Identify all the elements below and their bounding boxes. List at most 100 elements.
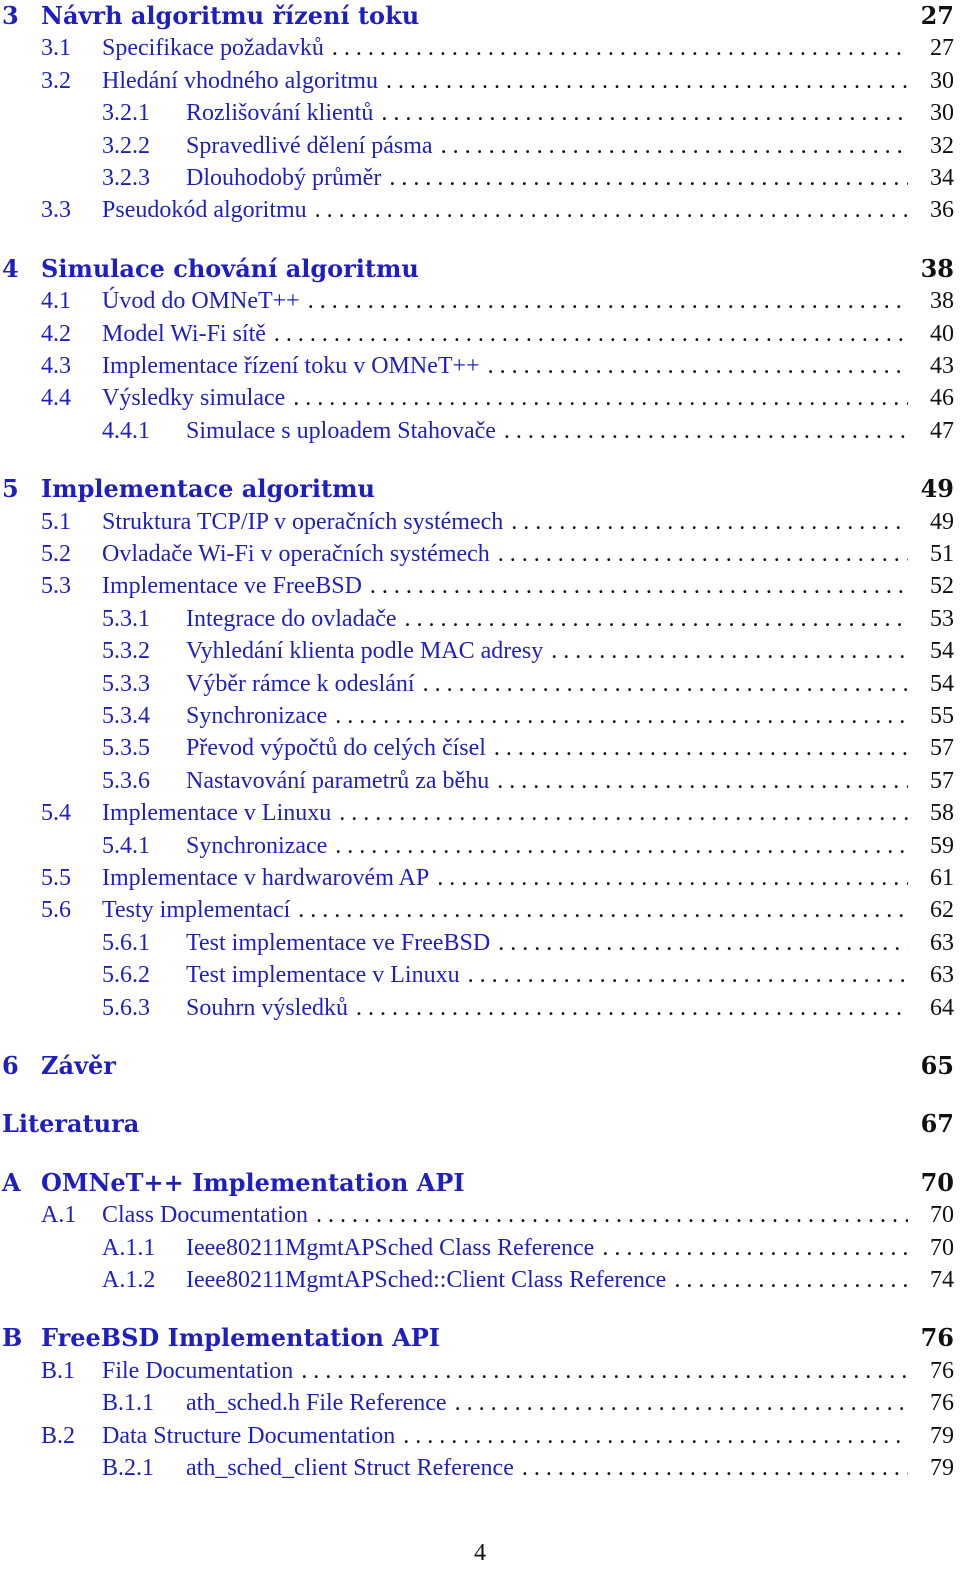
toc-entry-subsection[interactable]: 5.6.2 Test implementace v Linuxu . . . . …: [0, 959, 956, 991]
toc-entry-subsection[interactable]: 4.4.1 Simulace s uploadem Stahovače . . .…: [0, 415, 956, 447]
dot-leader: . . . . . . . . . . . . . . . . . . . . …: [369, 573, 908, 600]
dot-leader: . . . . . . . . . . . . . . . . . . . . …: [404, 605, 908, 632]
entry-page: 59: [930, 832, 954, 859]
dot-leader: . . . . . . . . . . . . . . . . . . . . …: [356, 994, 908, 1021]
dot-leader: . . . . . . . . . . . . . . . . . . . . …: [389, 165, 908, 191]
entry-page: 30: [930, 100, 954, 127]
entry-number: 5.3.3: [102, 670, 150, 697]
toc-entry-subsection[interactable]: B.1.1 ath_sched.h File Reference . . . . …: [0, 1387, 956, 1419]
toc-entry-section[interactable]: 4.4 Výsledky simulace . . . . . . . . . .…: [0, 382, 956, 414]
toc-entry-subsection[interactable]: 5.3.1 Integrace do ovladače . . . . . . .…: [0, 603, 956, 635]
entry-number: 5.3.6: [102, 767, 150, 794]
entry-page: 34: [930, 165, 954, 191]
entry-title: Implementace v hardwarovém AP: [102, 865, 430, 891]
entry-title: Implementace v Linuxu: [102, 800, 332, 827]
entry-number: 3.2.2: [102, 132, 150, 159]
toc-entry-section[interactable]: 4.3 Implementace řízení toku v OMNeT++ . …: [0, 350, 956, 382]
toc-entry-subsection[interactable]: 5.4.1 Synchronizace . . . . . . . . . . .…: [0, 830, 956, 862]
toc-entry-section[interactable]: 5.6 Testy implementací . . . . . . . . . …: [0, 894, 956, 926]
dot-leader: . . . . . . . . . . . . . . . . . . . . …: [293, 385, 908, 412]
dot-leader: . . . . . . . . . . . . . . . . . . . . …: [381, 100, 908, 127]
toc-entry-subsection[interactable]: 5.6.1 Test implementace ve FreeBSD . . . …: [0, 927, 956, 959]
toc-entry-section[interactable]: A.1 Class Documentation . . . . . . . . .…: [0, 1199, 956, 1231]
toc-entry-subsection[interactable]: 5.3.3 Výběr rámce k odeslání . . . . . . …: [0, 668, 956, 700]
dot-leader: . . . . . . . . . . . . . . . . . . . . …: [273, 320, 908, 347]
toc-entry-section[interactable]: 5.4 Implementace v Linuxu . . . . . . . .…: [0, 797, 956, 829]
toc-entry-section[interactable]: 5.3 Implementace ve FreeBSD . . . . . . .…: [0, 570, 956, 602]
toc-entry-chapter[interactable]: 5 Implementace algoritmu 49: [0, 473, 956, 505]
dot-leader: . . . . . . . . . . . . . . . . . . . . …: [498, 929, 908, 956]
dot-leader: . . . . . . . . . . . . . . . . . . . . …: [521, 1455, 908, 1481]
entry-page: 65: [920, 1051, 954, 1080]
toc-entry-section[interactable]: 3.2 Hledání vhodného algoritmu . . . . . …: [0, 65, 956, 97]
entry-page: 27: [930, 35, 954, 62]
dot-leader: . . . . . . . . . . . . . . . . . . . . …: [454, 1390, 908, 1417]
toc-entry-section[interactable]: 4.1 Úvod do OMNeT++ . . . . . . . . . . .…: [0, 285, 956, 317]
entry-title: Ieee80211MgmtAPSched::Client Class Refer…: [186, 1267, 667, 1293]
entry-page: 76: [920, 1323, 954, 1353]
dot-leader: . . . . . . . . . . . . . . . . . . . . …: [602, 1234, 908, 1261]
page-number: 4: [474, 1540, 486, 1566]
toc-entry-chapter[interactable]: Literatura 67: [0, 1108, 956, 1140]
toc-entry-subsection[interactable]: B.2.1 ath_sched_client Struct Reference .…: [0, 1452, 956, 1484]
entry-page: 79: [930, 1455, 954, 1481]
entry-number: B.2.1: [102, 1455, 155, 1481]
entry-number: 5.3: [41, 573, 71, 600]
dot-leader: . . . . . . . . . . . . . . . . . . . . …: [437, 865, 908, 891]
entry-number: B.2: [41, 1422, 76, 1449]
entry-number: A.1.1: [102, 1234, 156, 1261]
entry-number: 5.3.1: [102, 605, 150, 632]
entry-page: 79: [930, 1422, 954, 1449]
entry-title: ath_sched_client Struct Reference: [186, 1455, 514, 1481]
entry-page: 43: [930, 353, 954, 379]
entry-number: 3: [2, 1, 19, 30]
entry-number: 5.3.4: [102, 703, 150, 729]
toc-entry-subsection[interactable]: 5.3.5 Převod výpočtů do celých čísel . . …: [0, 732, 956, 764]
toc-entry-section[interactable]: 3.3 Pseudokód algoritmu . . . . . . . . .…: [0, 194, 956, 226]
toc-entry-chapter[interactable]: 4 Simulace chování algoritmu 38: [0, 253, 956, 285]
entry-page: 47: [930, 417, 954, 444]
toc-entry-subsection[interactable]: 3.2.2 Spravedlivé dělení pásma . . . . . …: [0, 130, 956, 162]
toc-entry-chapter[interactable]: B FreeBSD Implementation API 76: [0, 1322, 956, 1354]
toc-entry-subsection[interactable]: A.1.1 Ieee80211MgmtAPSched Class Referenc…: [0, 1232, 956, 1264]
entry-title: Převod výpočtů do celých čísel: [186, 735, 486, 762]
dot-leader: . . . . . . . . . . . . . . . . . . . . …: [403, 1422, 908, 1449]
entry-number: A.1.2: [102, 1267, 156, 1293]
toc-entry-section[interactable]: B.2 Data Structure Documentation . . . . …: [0, 1420, 956, 1452]
toc-entry-section[interactable]: 4.2 Model Wi-Fi sítě . . . . . . . . . . …: [0, 318, 956, 350]
toc-entry-subsection[interactable]: 5.6.3 Souhrn výsledků . . . . . . . . . .…: [0, 992, 956, 1024]
toc-entry-subsection[interactable]: 5.3.6 Nastavování parametrů za běhu . . .…: [0, 765, 956, 797]
entry-page: 54: [930, 638, 954, 665]
toc-entry-chapter[interactable]: 3 Návrh algoritmu řízení toku 27: [0, 0, 956, 32]
entry-title: Návrh algoritmu řízení toku: [41, 1, 420, 30]
toc-entry-subsection[interactable]: 5.3.2 Vyhledání klienta podle MAC adresy …: [0, 635, 956, 667]
toc-entry-section[interactable]: 5.5 Implementace v hardwarovém AP . . . .…: [0, 862, 956, 894]
toc-entry-chapter[interactable]: 6 Závěr 65: [0, 1050, 956, 1082]
dot-leader: . . . . . . . . . . . . . . . . . . . . …: [331, 35, 908, 62]
entry-title: OMNeT++ Implementation API: [41, 1167, 465, 1197]
toc-entry-subsection[interactable]: A.1.2 Ieee80211MgmtAPSched::Client Class …: [0, 1264, 956, 1296]
toc-entry-chapter[interactable]: A OMNeT++ Implementation API 70: [0, 1167, 956, 1199]
entry-title: Test implementace v Linuxu: [186, 962, 460, 989]
toc-entry-section[interactable]: 3.1 Specifikace požadavků . . . . . . . .…: [0, 32, 956, 64]
entry-title: Souhrn výsledků: [186, 994, 348, 1021]
entry-page: 70: [920, 1167, 954, 1197]
entry-title: FreeBSD Implementation API: [41, 1323, 441, 1353]
entry-page: 32: [930, 132, 954, 159]
entry-title: Ovladače Wi-Fi v operačních systémech: [102, 541, 490, 567]
toc-entry-subsection[interactable]: 5.3.4 Synchronizace . . . . . . . . . . .…: [0, 700, 956, 732]
toc-entry-subsection[interactable]: 3.2.3 Dlouhodobý průměr . . . . . . . . .…: [0, 162, 956, 194]
entry-page: 49: [920, 474, 954, 504]
entry-title: Testy implementací: [102, 897, 291, 924]
toc-entry-section[interactable]: 5.2 Ovladače Wi-Fi v operačních systémech…: [0, 538, 956, 570]
toc-entry-section[interactable]: 5.1 Struktura TCP/IP v operačních systéme…: [0, 506, 956, 538]
toc-entry-subsection[interactable]: 3.2.1 Rozlišování klientů . . . . . . . .…: [0, 97, 956, 129]
dot-leader: . . . . . . . . . . . . . . . . . . . . …: [493, 735, 908, 762]
dot-leader: . . . . . . . . . . . . . . . . . . . . …: [497, 767, 908, 794]
entry-title: Dlouhodobý průměr: [186, 165, 382, 191]
toc-entry-section[interactable]: B.1 File Documentation . . . . . . . . . …: [0, 1355, 956, 1387]
entry-title: Struktura TCP/IP v operačních systémech: [102, 508, 504, 535]
dot-leader: . . . . . . . . . . . . . . . . . . . . …: [335, 832, 908, 859]
entry-title: Integrace do ovladače: [186, 605, 397, 632]
entry-title: Specifikace požadavků: [102, 35, 324, 62]
